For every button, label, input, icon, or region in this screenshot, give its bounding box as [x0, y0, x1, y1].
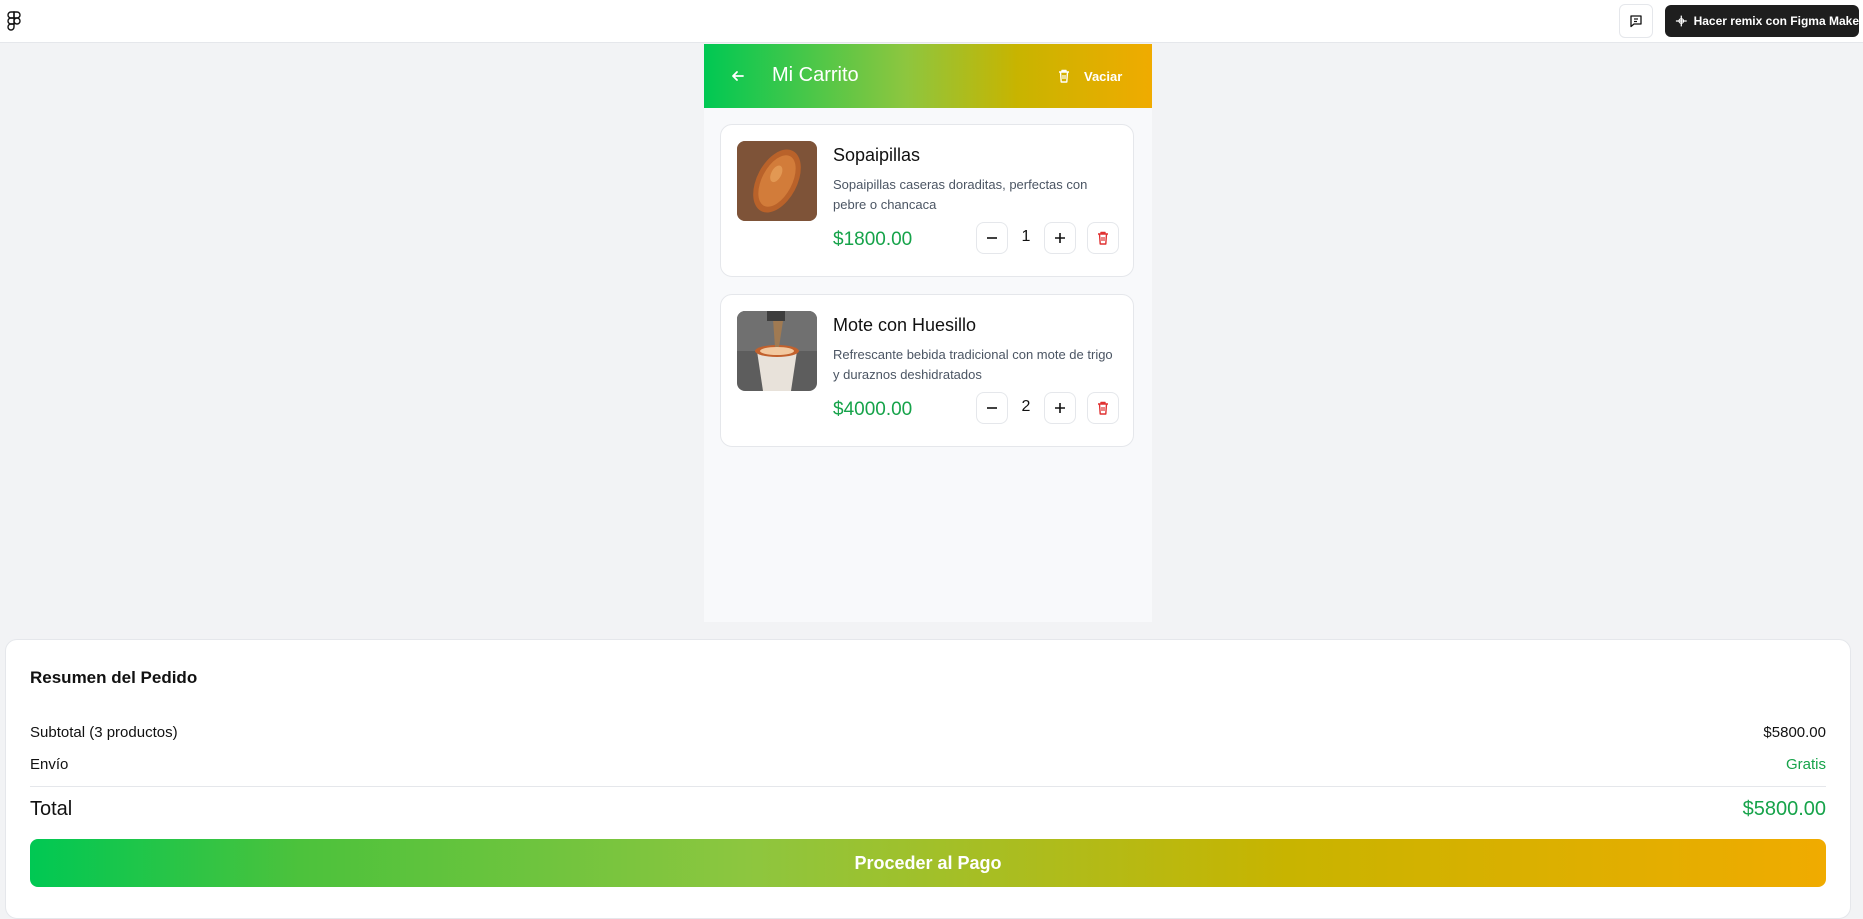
decrease-quantity-button[interactable] — [976, 222, 1008, 254]
increase-quantity-button[interactable] — [1044, 222, 1076, 254]
subtotal-label: Subtotal (3 productos) — [30, 724, 178, 741]
total-row: Total $5800.00 — [30, 798, 1826, 821]
remix-icon — [1675, 15, 1687, 27]
minus-icon — [987, 407, 997, 409]
remix-figma-make-button[interactable]: Hacer remix con Figma Make — [1665, 5, 1859, 37]
feedback-button[interactable] — [1619, 4, 1653, 38]
quantity-value: 2 — [1021, 398, 1031, 415]
remove-item-button[interactable] — [1087, 392, 1119, 424]
cart-item: Mote con Huesillo Refrescante bebida tra… — [720, 294, 1134, 447]
increase-quantity-button[interactable] — [1044, 392, 1076, 424]
order-summary: Resumen del Pedido Subtotal (3 productos… — [5, 639, 1851, 919]
proceed-to-payment-button[interactable]: Proceder al Pago — [30, 839, 1826, 887]
quantity-value: 1 — [1021, 228, 1031, 245]
product-price: $1800.00 — [833, 229, 913, 250]
product-image-mote-con-huesillo — [737, 311, 817, 391]
decrease-quantity-button[interactable] — [976, 392, 1008, 424]
shipping-label: Envío — [30, 756, 69, 773]
summary-title: Resumen del Pedido — [30, 668, 198, 687]
plus-icon — [1055, 233, 1065, 243]
cart-item: Sopaipillas Sopaipillas caseras doradita… — [720, 124, 1134, 277]
product-name: Sopaipillas — [833, 145, 921, 165]
trash-icon — [1098, 231, 1108, 245]
cart-app: Mi Carrito Vaciar Sopaipillas Sopaipilla… — [704, 44, 1152, 622]
figma-topbar: Hacer remix con Figma Make — [0, 0, 1863, 43]
back-arrow-icon[interactable] — [728, 66, 748, 86]
product-image-sopaipillas — [737, 141, 817, 221]
plus-icon — [1055, 403, 1065, 413]
subtotal-value: $5800.00 — [1763, 724, 1826, 741]
clear-cart-label: Vaciar — [1084, 68, 1123, 84]
product-price: $4000.00 — [833, 399, 913, 420]
product-description: Refrescante bebida tradicional con mote … — [833, 347, 1113, 382]
shipping-row: Envío Gratis — [30, 756, 1826, 773]
total-label: Total — [30, 798, 73, 820]
total-value: $5800.00 — [1742, 798, 1826, 820]
product-description: Sopaipillas caseras doraditas, perfectas… — [833, 177, 1088, 212]
trash-icon — [1059, 69, 1069, 83]
remix-label: Hacer remix con Figma Make — [1693, 14, 1859, 28]
shipping-value: Gratis — [1785, 756, 1826, 773]
cart-header: Mi Carrito Vaciar — [704, 44, 1152, 108]
minus-icon — [987, 237, 997, 239]
page-title: Mi Carrito — [772, 64, 859, 86]
product-name: Mote con Huesillo — [833, 315, 977, 335]
feedback-icon — [1630, 15, 1642, 28]
remove-item-button[interactable] — [1087, 222, 1119, 254]
subtotal-row: Subtotal (3 productos) $5800.00 — [30, 724, 1826, 741]
figma-logo-icon[interactable] — [7, 11, 21, 31]
clear-cart-button[interactable]: Vaciar — [1056, 64, 1122, 88]
trash-icon — [1098, 401, 1108, 415]
summary-divider — [30, 786, 1826, 787]
